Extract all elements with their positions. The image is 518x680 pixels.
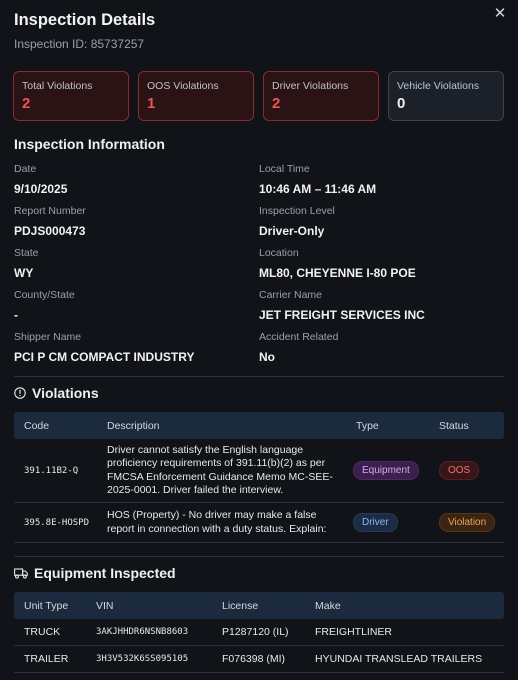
field-label: Shipper Name [14,331,82,343]
inspection-info-grid: Date 9/10/2025 Local Time 10:46 AM – 11:… [14,163,504,373]
card-label: Total Violations [22,80,93,92]
card-label: OOS Violations [147,80,219,92]
make: FREIGHTLINER [315,626,393,638]
status-cell: OOS [430,461,504,480]
field-state: State WY [14,247,259,289]
card-value: 2 [22,95,31,112]
inspection-details-modal: ✕ Inspection Details Inspection ID: 8573… [0,0,518,680]
column-header-code: Code [24,419,50,432]
table-row[interactable]: 395.8E-HOSPD HOS (Property) - No driver … [14,503,504,543]
violations-table: Code Description Type Status 391.11B2-Q … [14,412,504,543]
status-badge: OOS [439,461,480,480]
field-inspection-level: Inspection Level Driver-Only [259,205,504,247]
section-title-text: Violations [32,385,99,401]
field-accident-related: Accident Related No [259,331,504,373]
field-label: Inspection Level [259,205,335,217]
field-label: Report Number [14,205,86,217]
field-value: JET FREIGHT SERVICES INC [259,308,425,322]
field-location: Location ML80, CHEYENNE I-80 POE [259,247,504,289]
truck-icon [14,567,28,579]
column-header-make: Make [315,599,341,612]
field-carrier-name: Carrier Name JET FREIGHT SERVICES INC [259,289,504,331]
violation-code: 391.11B2-Q [24,465,79,476]
driver-violations-card: Driver Violations 2 [263,71,379,121]
field-date: Date 9/10/2025 [14,163,259,205]
status-cell: Violation [430,513,504,532]
type-badge: Driver [353,513,398,532]
field-shipper-name: Shipper Name PCI P CM COMPACT INDUSTRY [14,331,259,373]
field-value: ML80, CHEYENNE I-80 POE [259,266,416,280]
field-value: No [259,350,275,364]
field-value: Driver-Only [259,224,325,238]
type-badge: Equipment [353,461,419,480]
field-label: County/State [14,289,75,301]
inspection-information-title: Inspection Information [14,136,165,152]
table-header: Code Description Type Status [14,412,504,439]
unit-type: TRUCK [24,626,61,638]
field-label: Local Time [259,163,310,175]
field-label: Carrier Name [259,289,323,301]
violations-title: Violations [14,385,99,401]
vin: 3AKJHHDR6NSNB8603 [96,627,189,637]
close-icon[interactable]: ✕ [492,6,508,22]
field-value: 10:46 AM – 11:46 AM [259,182,377,196]
column-header-status: Status [439,419,469,432]
field-report-number: Report Number PDJS000473 [14,205,259,247]
inspection-id: Inspection ID: 85737257 [14,37,145,51]
divider [14,556,504,557]
section-title-text: Equipment Inspected [34,565,176,581]
table-header: Unit Type VIN License Make [14,592,504,619]
equipment-inspected-title: Equipment Inspected [14,565,176,581]
field-value: PDJS000473 [14,224,86,238]
violation-description: Driver cannot satisfy the English langua… [107,443,333,497]
license: P1287120 (IL) [222,626,289,638]
field-label: Location [259,247,299,259]
column-header-vin: VIN [96,599,114,612]
table-row[interactable]: 391.11B2-Q Driver cannot satisfy the Eng… [14,439,504,503]
field-value: - [14,308,18,322]
card-value: 2 [272,95,281,112]
equipment-table: Unit Type VIN License Make TRUCK 3AKJHHD… [14,592,504,673]
field-value: WY [14,266,34,280]
field-value: 9/10/2025 [14,182,68,196]
divider [14,376,504,377]
column-header-license: License [222,599,259,612]
status-badge: Violation [439,513,496,532]
column-header-type: Type [356,419,379,432]
column-header-unit-type: Unit Type [24,599,69,612]
vehicle-violations-card: Vehicle Violations 0 [388,71,504,121]
field-county-state: County/State - [14,289,259,331]
field-value: PCI P CM COMPACT INDUSTRY [14,350,195,364]
card-label: Vehicle Violations [397,80,480,92]
section-title-text: Inspection Information [14,136,165,152]
type-cell: Equipment [346,461,430,480]
card-value: 1 [147,95,156,112]
card-label: Driver Violations [272,80,349,92]
type-cell: Driver [346,513,430,532]
field-label: Accident Related [259,331,339,343]
field-label: State [14,247,39,259]
card-value: 0 [397,95,406,112]
violation-code: 395.8E-HOSPD [24,517,90,528]
table-row[interactable]: TRUCK 3AKJHHDR6NSNB8603 P1287120 (IL) FR… [14,619,504,646]
column-header-description: Description [107,419,160,432]
summary-cards: Total Violations 2 OOS Violations 1 Driv… [13,71,504,121]
table-row[interactable]: TRAILER 3H3V532K6SS095105 F076398 (MI) H… [14,646,504,673]
field-label: Date [14,163,37,175]
info-circle-icon [14,387,26,399]
oos-violations-card: OOS Violations 1 [138,71,254,121]
license: F076398 (MI) [222,653,286,665]
field-local-time: Local Time 10:46 AM – 11:46 AM [259,163,504,205]
violation-description: HOS (Property) - No driver may make a fa… [107,509,327,535]
make: HYUNDAI TRANSLEAD TRAILERS [315,653,483,665]
unit-type: TRAILER [24,653,69,665]
vin: 3H3V532K6SS095105 [96,654,189,664]
total-violations-card: Total Violations 2 [13,71,129,121]
modal-title: Inspection Details [14,11,156,29]
